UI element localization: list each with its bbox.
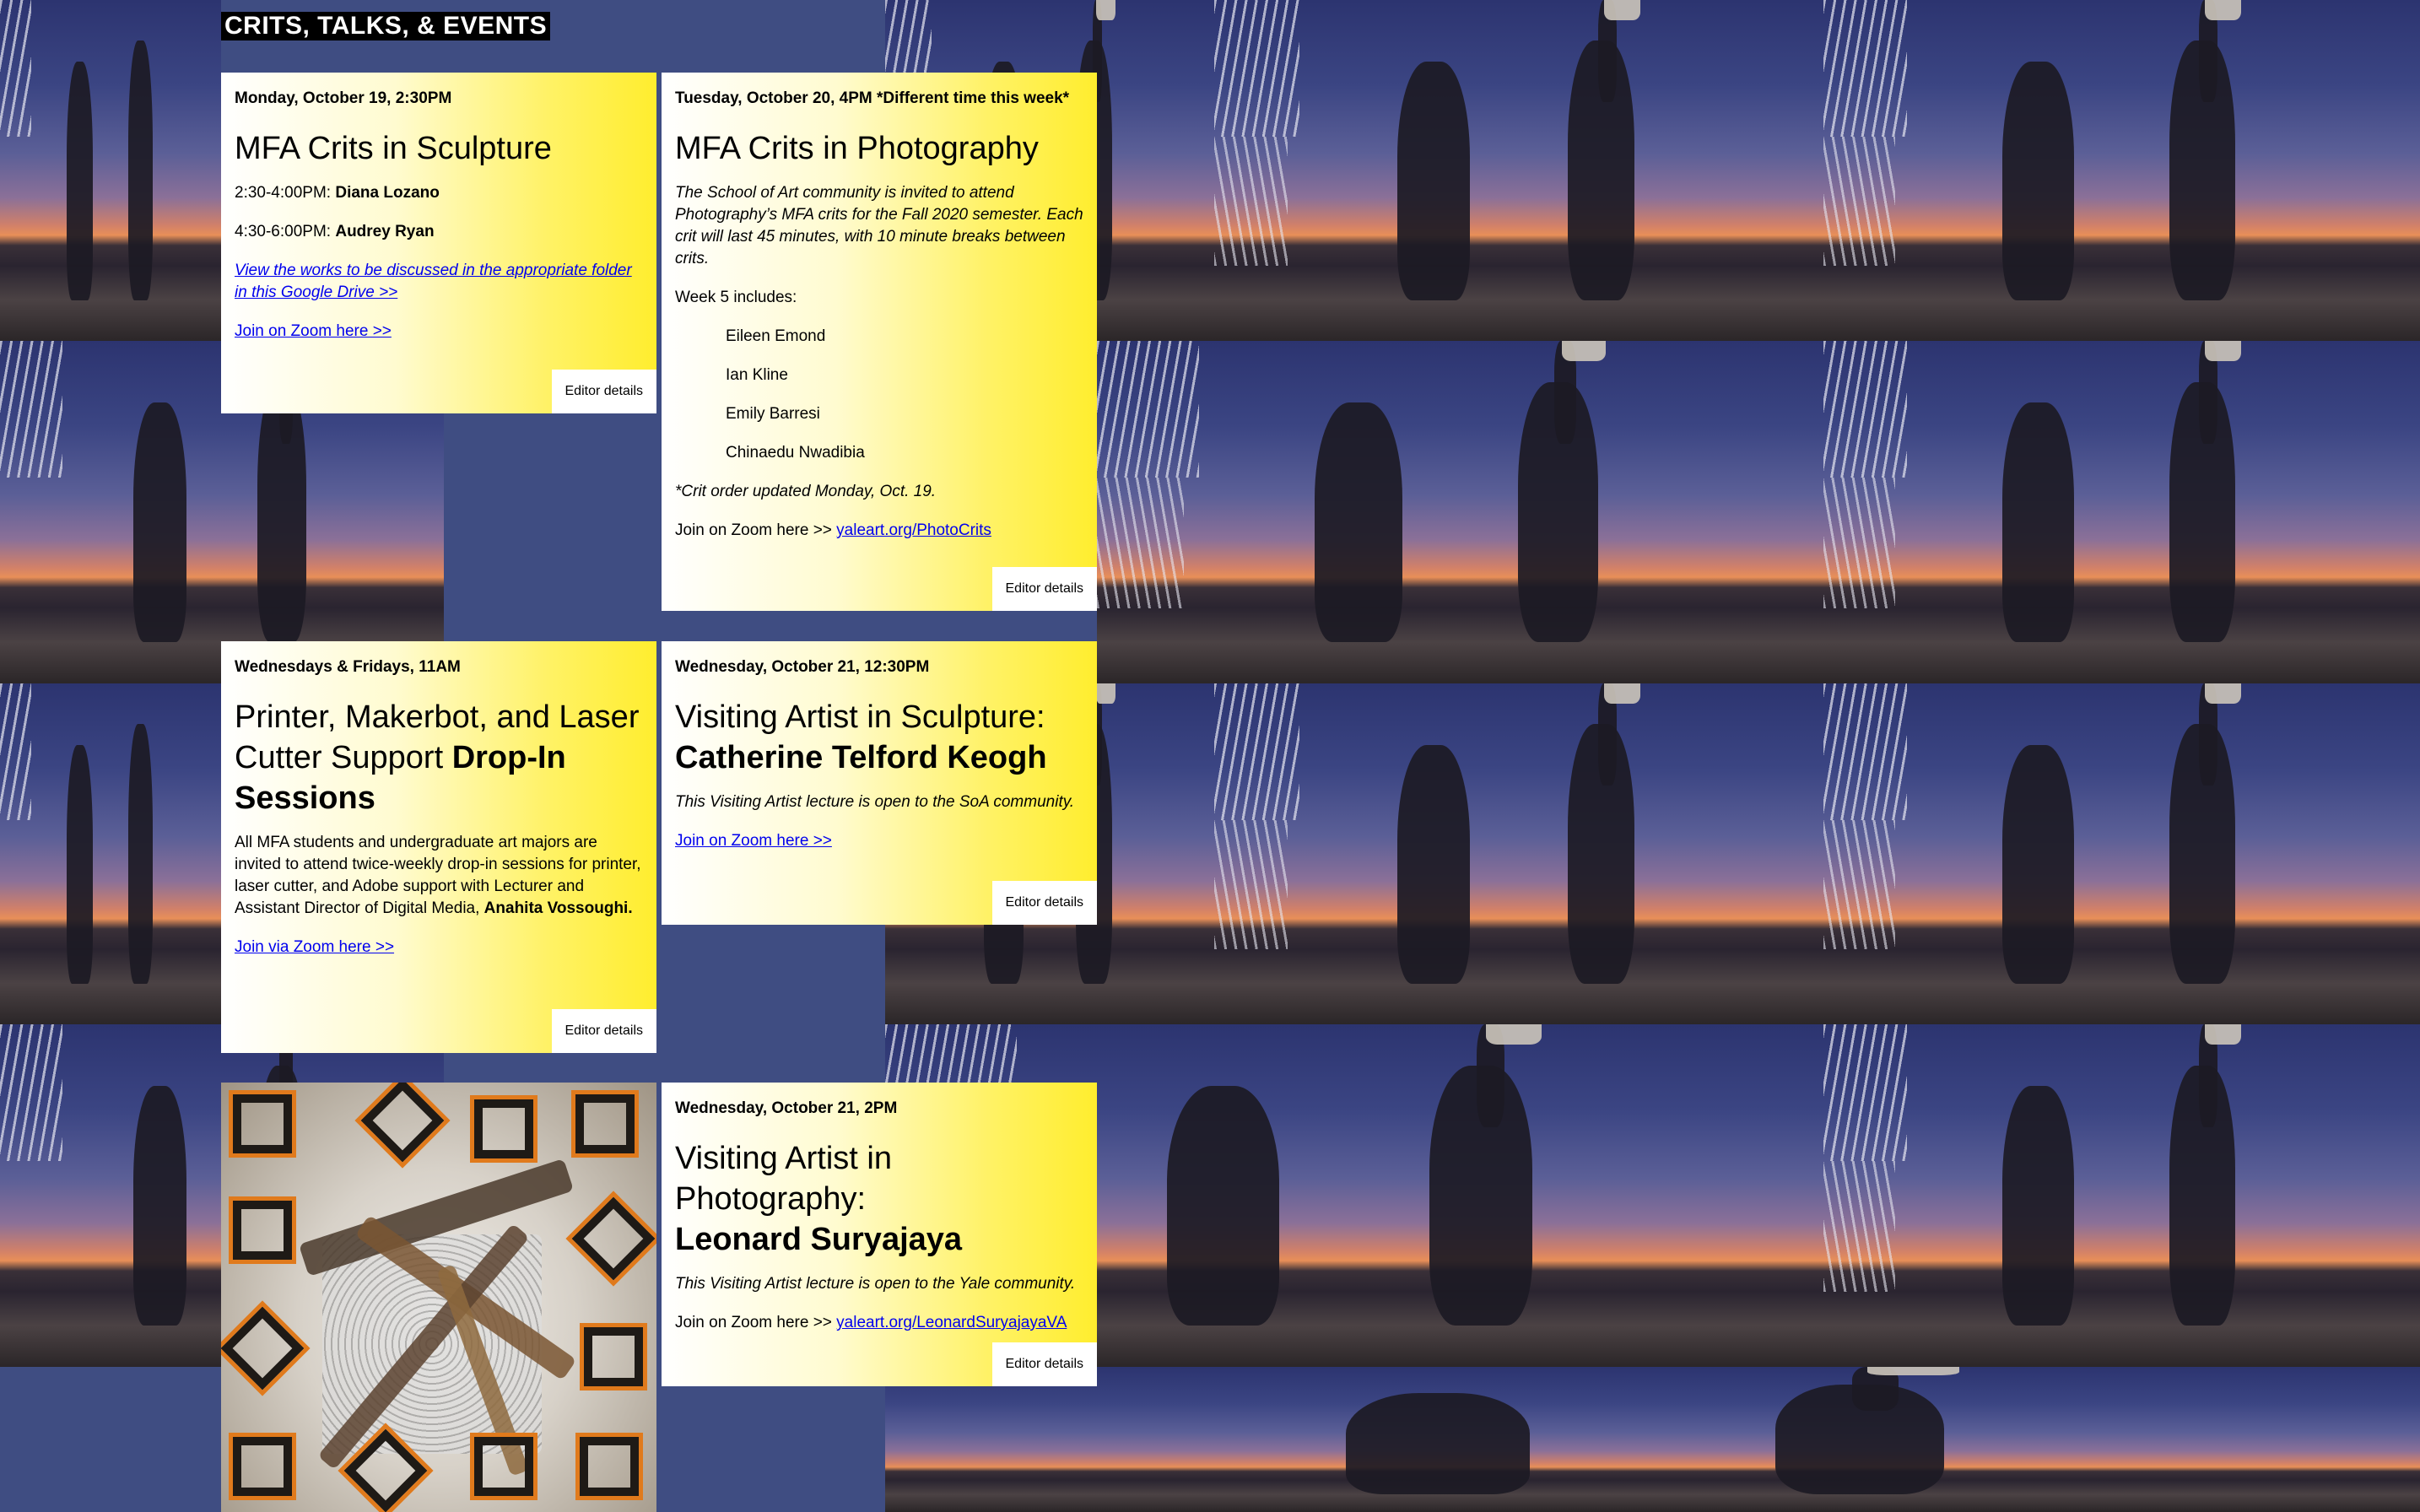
event-card-visiting-artist-sculpture: Wednesday, October 21, 12:30PM Visiting … [662,641,1097,925]
event-card-drop-in-sessions: Wednesdays & Fridays, 11AM Printer, Make… [221,641,656,1053]
zoom-link[interactable]: yaleart.org/LeonardSuryajayaVA [836,1314,1067,1331]
editor-details-button[interactable]: Editor details [991,881,1097,925]
background-photo-tile [885,1367,2420,1512]
crit-participant: Chinaedu Nwadibia [726,444,865,462]
zoom-link[interactable]: yaleart.org/PhotoCrits [836,521,991,539]
zoom-prefix: Join on Zoom here >> [675,1314,837,1331]
background-photo-tile [0,683,221,1024]
page-title: CRITS, TALKS, & EVENTS [221,12,551,40]
event-date: Wednesday, October 21, 2PM [675,1099,898,1117]
event-card-photography-crits: Tuesday, October 20, 4PM *Different time… [662,73,1097,611]
crit-slot: 2:30-4:00PM: Diana Lozano [235,182,643,204]
event-title-text: Printer, Makerbot, and Laser Cutter Supp… [235,699,640,775]
crit-participant: Emily Barresi [726,405,820,423]
editor-details-button[interactable]: Editor details [991,567,1097,611]
editor-details-button[interactable]: Editor details [551,1009,656,1053]
crit-slot-time: 2:30-4:00PM: [235,184,336,202]
crit-slot-name: Diana Lozano [335,184,440,202]
editor-details-button[interactable]: Editor details [991,1342,1097,1386]
zoom-link[interactable]: Join on Zoom here >> [235,322,392,340]
artwork-image[interactable] [221,1083,656,1512]
crit-order-note: *Crit order updated Monday, Oct. 19. [675,483,937,500]
event-date: Tuesday, October 20, 4PM *Different time… [675,89,1070,107]
event-host-name: Anahita Vossoughi. [483,899,633,917]
event-date: Wednesdays & Fridays, 11AM [235,658,461,676]
background-photo-tile [1097,341,1823,683]
event-description: This Visiting Artist lecture is open to … [675,793,1075,811]
zoom-prefix: Join on Zoom here >> [675,521,837,539]
zoom-line: Join on Zoom here >> yaleart.org/PhotoCr… [675,520,1083,542]
background-photo-tile [0,0,221,341]
crit-slot-name: Audrey Ryan [335,223,435,240]
event-title-text: Visiting Artist in Sculpture: [675,699,1045,735]
google-drive-link[interactable]: View the works to be discussed in the ap… [235,262,632,301]
event-card-sculpture-crits: Monday, October 19, 2:30PM MFA Crits in … [221,73,656,413]
event-date: Monday, October 19, 2:30PM [235,89,452,107]
background-photo-tile [1214,683,1823,1024]
event-title-emphasis: Leonard Suryajaya [675,1222,963,1257]
event-description: All MFA students and undergraduate art m… [235,832,643,920]
zoom-line: Join on Zoom here >> yaleart.org/Leonard… [675,1312,1083,1334]
crit-participant: Ian Kline [726,366,788,384]
event-title-text: Visiting Artist in Photography: [675,1141,892,1217]
event-title: Visiting Artist in Photography: Leonard … [675,1138,1083,1260]
event-title: Printer, Makerbot, and Laser Cutter Supp… [235,697,643,818]
event-title-emphasis: Catherine Telford Keogh [675,740,1047,775]
zoom-link[interactable]: Join on Zoom here >> [675,832,832,850]
background-photo-tile [1823,683,2420,1024]
crit-slot: 4:30-6:00PM: Audrey Ryan [235,221,643,243]
background-photo-tile [1214,0,1823,341]
event-description: This Visiting Artist lecture is open to … [675,1275,1076,1293]
event-card-visiting-artist-photography: Wednesday, October 21, 2PM Visiting Arti… [662,1083,1097,1386]
background-photo-tile [1823,1024,2420,1367]
event-title: Visiting Artist in Sculpture: Catherine … [675,697,1083,778]
background-photo-tile [1823,341,2420,683]
event-description: The School of Art community is invited t… [675,184,1083,267]
event-date: Wednesday, October 21, 12:30PM [675,658,930,676]
event-title: MFA Crits in Photography [675,131,1039,166]
crit-slot-time: 4:30-6:00PM: [235,223,336,240]
background-photo-tile [1823,0,2420,341]
week-label: Week 5 includes: [675,289,797,306]
editor-details-button[interactable]: Editor details [551,370,656,413]
crit-participant: Eileen Emond [726,327,826,345]
event-title: MFA Crits in Sculpture [235,131,552,166]
zoom-link[interactable]: Join via Zoom here >> [235,938,394,956]
